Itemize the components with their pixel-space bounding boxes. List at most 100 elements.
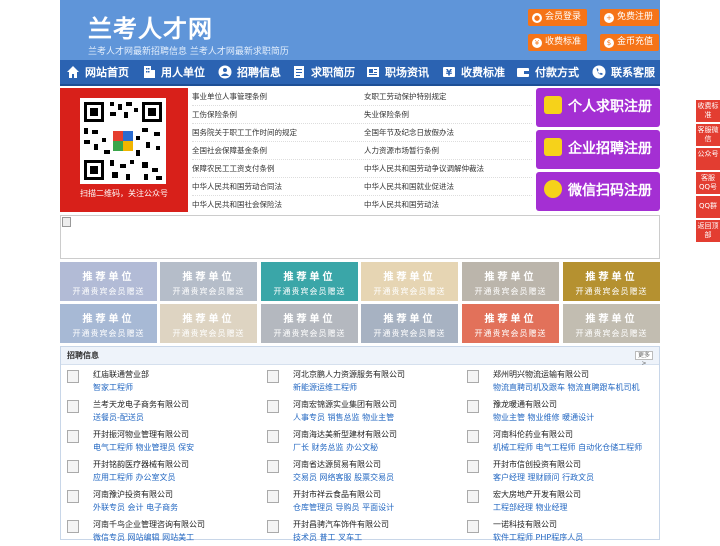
company-logo <box>67 400 79 413</box>
job-positions[interactable]: 智家工程师 <box>93 382 133 393</box>
recommended-tile[interactable]: 推荐单位 开通贵宾会员赠送 <box>361 304 458 343</box>
side-official-account[interactable]: 公众号 <box>696 148 720 171</box>
company-logo <box>267 370 279 383</box>
login-button[interactable]: ● 会员登录 <box>528 9 588 26</box>
company-name[interactable]: 开封振河物业管理有限公司 <box>93 429 189 440</box>
company-name[interactable]: 开封铭韵医疗器械有限公司 <box>93 459 189 470</box>
recommended-tile[interactable]: 推荐单位 开通贵宾会员赠送 <box>462 262 559 301</box>
job-positions[interactable]: 软件工程师 PHP程序人员 <box>493 532 583 543</box>
job-positions[interactable]: 外联专员 会计 电子商务 <box>93 502 178 513</box>
recommended-tile[interactable]: 推荐单位 开通贵宾会员赠送 <box>60 304 157 343</box>
coin-recharge-button[interactable]: $ 金币充值 <box>600 34 660 51</box>
job-item[interactable]: 开封振河物业管理有限公司 电气工程师 物业管理员 保安 <box>61 426 261 456</box>
recommended-tile[interactable]: 推荐单位 开通贵宾会员赠送 <box>563 304 660 343</box>
company-name[interactable]: 开封昌骋汽车饰件有限公司 <box>293 519 389 530</box>
job-item[interactable]: 河南千鸟企业管理咨询有限公司 微信专员 网站编辑 网站美工 <box>61 516 261 546</box>
nav-news[interactable]: 职场资讯 <box>366 60 429 86</box>
company-name[interactable]: 开封市信创投资有限公司 <box>493 459 581 470</box>
job-positions[interactable]: 送餐员-配送员 <box>93 412 144 423</box>
job-positions[interactable]: 应用工程师 办公室文员 <box>93 472 176 483</box>
job-positions[interactable]: 物业主管 物业维修 暖通设计 <box>493 412 594 423</box>
job-item[interactable]: 河北京鹏人力资源服务有限公司 新能源运维工程师 <box>261 366 461 396</box>
building-icon <box>144 66 155 78</box>
nav-employers[interactable]: 用人单位 <box>142 60 205 86</box>
side-back-to-top[interactable]: 返回顶部 <box>696 220 720 243</box>
job-item[interactable]: 宏大房地产开发有限公司 工程部经理 物业经理 <box>461 486 661 516</box>
company-name[interactable]: 一诺科技有限公司 <box>493 519 557 530</box>
phone-icon <box>592 65 606 79</box>
job-positions[interactable]: 微信专员 网站编辑 网站美工 <box>93 532 194 543</box>
job-item[interactable]: 一诺科技有限公司软件工程师 PHP程序人员 <box>461 516 661 546</box>
job-item[interactable]: 开封市信创投资有限公司客户经理 理财顾问 行政文员 <box>461 456 661 486</box>
company-name[interactable]: 河南科伦药业有限公司 <box>493 429 573 440</box>
wechat-register-button[interactable]: 微信扫码注册 <box>536 172 660 211</box>
job-item[interactable]: 郑州明兴物流运输有限公司物流直聘司机及跟车 物流直聘跟车机司机 <box>461 366 661 396</box>
qr-code-panel: 扫描二维码，关注公众号 <box>60 88 188 212</box>
job-item[interactable]: 红庙联通营业部 智家工程师 <box>61 366 261 396</box>
job-positions[interactable]: 机械工程师 电气工程师 自动化仓储工程师 <box>493 442 642 453</box>
company-name[interactable]: 河南千鸟企业管理咨询有限公司 <box>93 519 205 530</box>
job-item[interactable]: 开封铭韵医疗器械有限公司 应用工程师 办公室文员 <box>61 456 261 486</box>
recommended-tile[interactable]: 推荐单位 开通贵宾会员赠送 <box>261 304 358 343</box>
more-link[interactable]: 更多> <box>635 351 653 367</box>
job-positions[interactable]: 人事专员 销售总监 物业主管 <box>293 412 394 423</box>
nav-resumes[interactable]: 求职简历 <box>292 60 355 86</box>
nav-payment[interactable]: 付款方式 <box>516 60 579 86</box>
ad-banner[interactable] <box>60 215 660 259</box>
company-logo <box>67 430 79 443</box>
job-positions[interactable]: 工程部经理 物业经理 <box>493 502 568 513</box>
company-icon <box>544 138 562 156</box>
job-item[interactable]: 河南科伦药业有限公司机械工程师 电气工程师 自动化仓储工程师 <box>461 426 661 456</box>
side-qq-group[interactable]: QQ群 <box>696 196 720 219</box>
company-name[interactable]: 郑州明兴物流运输有限公司 <box>493 369 589 380</box>
company-name[interactable]: 河南海达美新型建材有限公司 <box>293 429 397 440</box>
recommended-tile[interactable]: 推荐单位 开通贵宾会员赠送 <box>160 304 257 343</box>
job-positions[interactable]: 技术员 普工 叉车工 <box>293 532 362 543</box>
job-positions[interactable]: 新能源运维工程师 <box>293 382 357 393</box>
company-name[interactable]: 河南宏锦源实业集团有限公司 <box>293 399 397 410</box>
side-service-qq[interactable]: 客服QQ号 <box>696 172 720 195</box>
company-name[interactable]: 宏大房地产开发有限公司 <box>493 489 581 500</box>
company-name[interactable]: 河北京鹏人力资源服务有限公司 <box>293 369 405 380</box>
recommended-tile[interactable]: 推荐单位 开通贵宾会员赠送 <box>462 304 559 343</box>
job-item[interactable]: 开封市祥云食品有限公司仓库管理员 导购员 平面设计 <box>261 486 461 516</box>
company-logo <box>467 460 479 473</box>
job-item[interactable]: 河南豫沪投资有限公司 外联专员 会计 电子商务 <box>61 486 261 516</box>
company-register-button[interactable]: 企业招聘注册 <box>536 130 660 169</box>
company-name[interactable]: 豫龙暖通有限公司 <box>493 399 557 410</box>
company-name[interactable]: 红庙联通营业部 <box>93 369 149 380</box>
job-positions[interactable]: 电气工程师 物业管理员 保安 <box>93 442 194 453</box>
side-service-wechat[interactable]: 客服微信 <box>696 124 720 147</box>
job-positions[interactable]: 客户经理 理财顾问 行政文员 <box>493 472 594 483</box>
register-button[interactable]: + 免费注册 <box>600 9 660 26</box>
nav-fees[interactable]: ¥ 收费标准 <box>442 60 505 86</box>
company-name[interactable]: 开封市祥云食品有限公司 <box>293 489 381 500</box>
job-item[interactable]: 豫龙暖通有限公司物业主管 物业维修 暖通设计 <box>461 396 661 426</box>
nav-jobs[interactable]: 招聘信息 <box>218 60 281 86</box>
company-name[interactable]: 兰考天龙电子商务有限公司 <box>93 399 189 410</box>
nav-home[interactable]: 网站首页 <box>66 60 129 86</box>
nav-contact[interactable]: 联系客服 <box>592 60 655 86</box>
company-name[interactable]: 河南豫沪投资有限公司 <box>93 489 173 500</box>
job-positions[interactable]: 物流直聘司机及跟车 物流直聘跟车机司机 <box>493 382 640 393</box>
side-fee-standard[interactable]: 收费标准 <box>696 100 720 123</box>
recommended-tile[interactable]: 推荐单位 开通贵宾会员赠送 <box>361 262 458 301</box>
job-positions[interactable]: 交易员 网络客服 股票交易员 <box>293 472 394 483</box>
policy-link[interactable]: 中华人民共和国社会保险法 <box>192 197 282 215</box>
job-item[interactable]: 兰考天龙电子商务有限公司 送餐员-配送员 <box>61 396 261 426</box>
job-item[interactable]: 河南宏锦源实业集团有限公司 人事专员 销售总监 物业主管 <box>261 396 461 426</box>
recommended-tile[interactable]: 推荐单位 开通贵宾会员赠送 <box>60 262 157 301</box>
job-item[interactable]: 河南海达美新型建材有限公司 厂长 财务总监 办公文秘 <box>261 426 461 456</box>
recommended-tile[interactable]: 推荐单位 开通贵宾会员赠送 <box>563 262 660 301</box>
fee-standard-button[interactable]: ¥ 收费标准 <box>528 34 588 51</box>
company-name[interactable]: 河南省达源贸易有限公司 <box>293 459 381 470</box>
job-positions[interactable]: 厂长 财务总监 办公文秘 <box>293 442 378 453</box>
job-item[interactable]: 河南省达源贸易有限公司交易员 网络客服 股票交易员 <box>261 456 461 486</box>
job-positions[interactable]: 仓库管理员 导购员 平面设计 <box>293 502 394 513</box>
job-item[interactable]: 开封昌骋汽车饰件有限公司 技术员 普工 叉车工 <box>261 516 461 546</box>
recommended-tile[interactable]: 推荐单位 开通贵宾会员赠送 <box>160 262 257 301</box>
recommended-tile[interactable]: 推荐单位 开通贵宾会员赠送 <box>261 262 358 301</box>
site-logo[interactable]: 兰考人才网 <box>88 9 213 44</box>
personal-register-button[interactable]: 个人求职注册 <box>536 88 660 127</box>
policy-link[interactable]: 中华人民共和国劳动法 <box>364 197 439 215</box>
